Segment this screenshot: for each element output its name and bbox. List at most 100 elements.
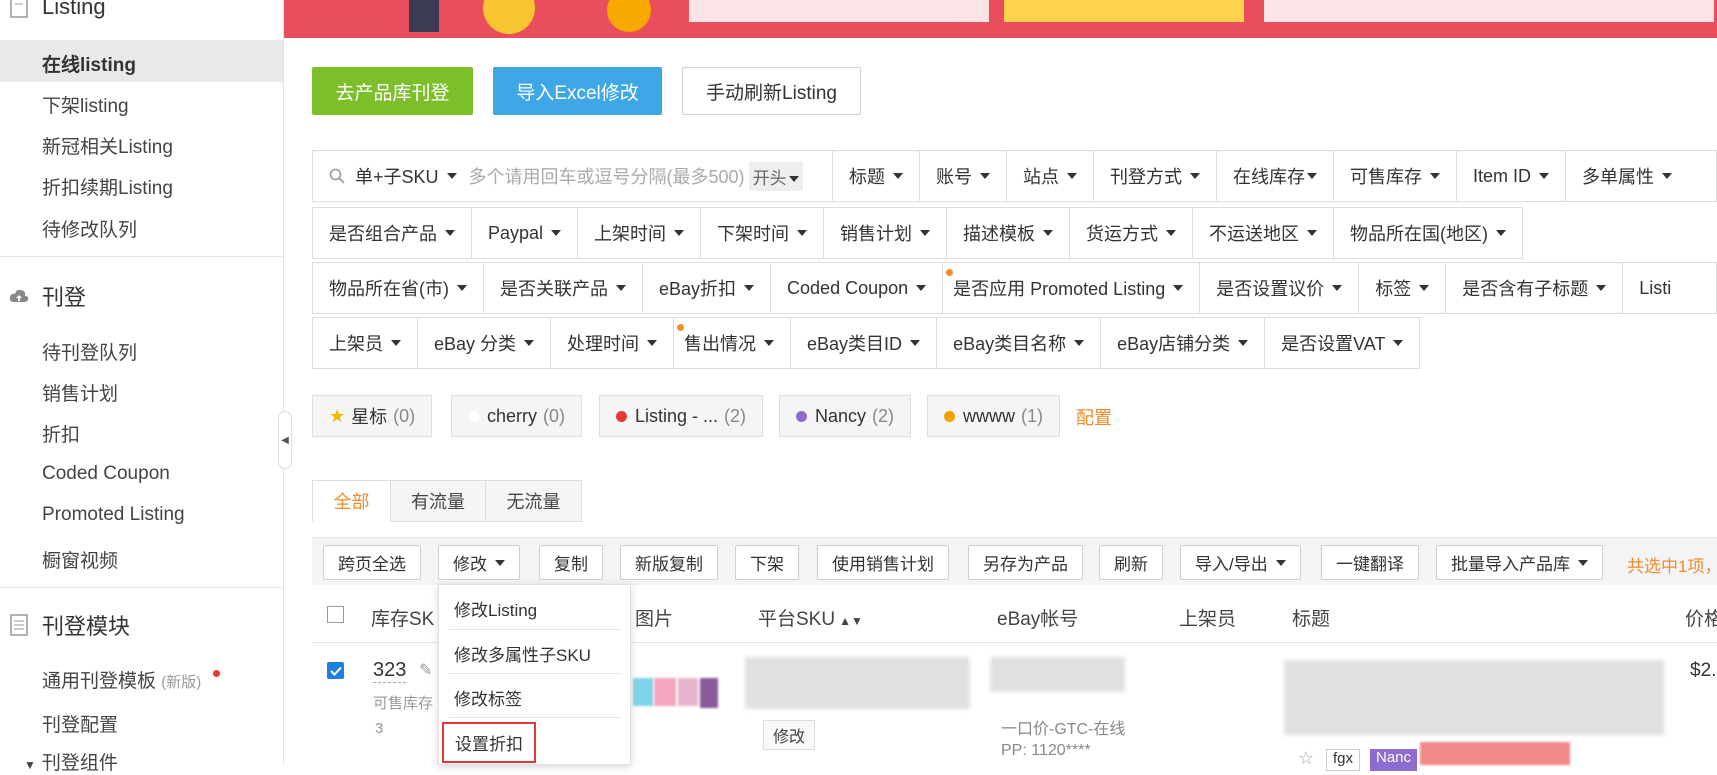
sidebar-item-offline-listing[interactable]: 下架listing <box>42 91 129 118</box>
sidebar-item-publish-components[interactable]: ▼ 刊登组件 <box>24 748 118 775</box>
filter-ebay-discount[interactable]: eBay折扣 <box>643 263 772 313</box>
menu-item-set-discount[interactable]: 设置折扣 <box>442 722 536 763</box>
row-tag[interactable]: fgx <box>1326 749 1361 771</box>
filter-paypal[interactable]: Paypal <box>472 208 579 258</box>
select-all-checkbox[interactable] <box>327 606 344 623</box>
sidebar-item-publish-config[interactable]: 刊登配置 <box>42 710 118 737</box>
sidebar-section-listing[interactable]: Listing <box>8 0 106 20</box>
save-as-product-button[interactable]: 另存为产品 <box>968 545 1083 580</box>
menu-item-edit-listing[interactable]: 修改Listing <box>454 596 537 621</box>
sidebar-item-online-listing[interactable]: 在线listing <box>42 50 136 77</box>
sidebar-section-label: Listing <box>42 0 106 19</box>
filter-listing-more[interactable]: Listi <box>1623 263 1687 313</box>
filter-variation[interactable]: 多单属性 <box>1566 151 1688 201</box>
filter-ebay-store-category[interactable]: eBay店铺分类 <box>1101 318 1266 368</box>
tab-with-traffic[interactable]: 有流量 <box>390 480 486 522</box>
sidebar-section-label: 刊登 <box>42 285 87 310</box>
filter-item-province[interactable]: 物品所在省(市) <box>313 263 484 313</box>
refresh-listing-button[interactable]: 手动刷新Listing <box>682 67 861 115</box>
filter-title[interactable]: 标题 <box>833 151 920 201</box>
new-copy-button[interactable]: 新版复制 <box>620 545 718 580</box>
batch-import-library-button[interactable]: 批量导入产品库 <box>1436 545 1603 580</box>
refresh-button[interactable]: 刷新 <box>1099 545 1163 580</box>
column-header-sku[interactable]: 库存SK <box>371 604 434 631</box>
tag-wwww[interactable]: wwww (1) <box>927 395 1060 437</box>
tag-star[interactable]: ★ 星标 (0) <box>312 395 433 437</box>
filter-shipping[interactable]: 货运方式 <box>1070 208 1194 258</box>
sidebar-item-promoted-listing[interactable]: Promoted Listing <box>42 504 185 526</box>
filter-label: Paypal <box>488 222 544 243</box>
filter-sales-plan[interactable]: 销售计划 <box>824 208 948 258</box>
import-export-button[interactable]: 导入/导出 <box>1180 545 1301 580</box>
product-thumbnail[interactable] <box>628 660 720 742</box>
copy-button[interactable]: 复制 <box>539 545 603 580</box>
import-excel-button[interactable]: 导入Excel修改 <box>493 67 662 115</box>
sku-type-select[interactable]: 单+子SKU <box>355 163 439 189</box>
sku-input-placeholder[interactable]: 多个请用回车或逗号分隔(最多500) <box>469 163 745 189</box>
end-listing-button[interactable]: 下架 <box>735 545 799 580</box>
caret-down-icon <box>916 285 927 291</box>
filter-promoted-listing[interactable]: 是否应用 Promoted Listing <box>943 263 1201 313</box>
goto-library-button[interactable]: 去产品库刊登 <box>312 67 473 115</box>
tags-config-link[interactable]: 配置 <box>1076 404 1112 430</box>
filter-end-time[interactable]: 下架时间 <box>701 208 825 258</box>
sidebar-section-publish[interactable]: 刊登 <box>8 280 86 312</box>
sidebar-item-pending-edit[interactable]: 待修改队列 <box>42 215 137 242</box>
filter-tag[interactable]: 标签 <box>1359 263 1447 313</box>
filter-ebay-category[interactable]: eBay 分类 <box>418 318 552 368</box>
row-sku[interactable]: 323 <box>373 659 407 683</box>
filter-ebay-category-name[interactable]: eBay类目名称 <box>937 318 1102 368</box>
star-outline-icon[interactable]: ☆ <box>1298 748 1314 769</box>
sidebar-item-publish-queue[interactable]: 待刊登队列 <box>42 338 137 365</box>
filter-linked-product[interactable]: 是否关联产品 <box>484 263 643 313</box>
filter-site[interactable]: 站点 <box>1007 151 1094 201</box>
filter-best-offer[interactable]: 是否设置议价 <box>1200 263 1360 313</box>
filter-subtitle[interactable]: 是否含有子标题 <box>1446 263 1624 313</box>
filter-account[interactable]: 账号 <box>920 151 1007 201</box>
sidebar-item-discount-renew[interactable]: 折扣续期Listing <box>42 173 173 200</box>
menu-item-edit-variation-sku[interactable]: 修改多属性子SKU <box>454 641 591 666</box>
sidebar-item-coded-coupon[interactable]: Coded Coupon <box>42 463 170 485</box>
filter-bundle[interactable]: 是否组合产品 <box>313 208 472 258</box>
row-edit-button[interactable]: 修改 <box>763 720 815 750</box>
sidebar-item-discount[interactable]: 折扣 <box>42 420 80 447</box>
sidebar-item-covid-listing[interactable]: 新冠相关Listing <box>42 132 173 159</box>
row-tag[interactable]: Nanc <box>1370 749 1418 771</box>
sidebar-item-window-video[interactable]: 橱窗视频 <box>42 546 118 573</box>
filter-item-country[interactable]: 物品所在国(地区) <box>1334 208 1522 258</box>
sidebar-item-template[interactable]: 通用刊登模板 (新版) <box>42 666 220 693</box>
sidebar-item-sales-plan[interactable]: 销售计划 <box>42 379 118 406</box>
use-sales-plan-button[interactable]: 使用销售计划 <box>817 545 949 580</box>
tab-all[interactable]: 全部 <box>312 480 391 522</box>
filter-handling-time[interactable]: 处理时间 <box>551 318 675 368</box>
filter-sold-status[interactable]: 售出情况 <box>674 318 792 368</box>
filter-item-id[interactable]: Item ID <box>1457 151 1567 201</box>
filter-vat[interactable]: 是否设置VAT <box>1265 318 1419 368</box>
tag-cherry[interactable]: cherry (0) <box>451 395 583 437</box>
sidebar-section-modules[interactable]: 刊登模块 <box>8 609 130 641</box>
match-mode-select[interactable]: 开头 <box>748 161 803 191</box>
filter-lister[interactable]: 上架员 <box>313 318 418 368</box>
filter-description-template[interactable]: 描述模板 <box>947 208 1071 258</box>
sku-search-filter[interactable]: 单+子SKU 多个请用回车或逗号分隔(最多500) 开头 <box>313 151 833 201</box>
sidebar-collapse-handle[interactable]: ◀ <box>278 411 292 469</box>
pencil-icon[interactable]: ✎ <box>419 660 432 680</box>
tag-listing[interactable]: Listing - ... (2) <box>599 395 764 437</box>
filter-ebay-category-id[interactable]: eBay类目ID <box>791 318 938 368</box>
menu-item-edit-tags[interactable]: 修改标签 <box>454 685 522 710</box>
filter-coded-coupon[interactable]: Coded Coupon <box>771 263 944 313</box>
tag-nancy[interactable]: Nancy (2) <box>779 395 912 437</box>
filter-online-stock[interactable]: 在线库存 <box>1217 151 1334 201</box>
filter-label: eBay 分类 <box>434 334 517 354</box>
filter-available-stock[interactable]: 可售库存 <box>1334 151 1457 201</box>
column-header-platform-sku[interactable]: 平台SKU ▲▼ <box>758 604 863 631</box>
translate-button[interactable]: 一键翻译 <box>1321 545 1419 580</box>
edit-dropdown-button[interactable]: 修改 <box>438 545 520 580</box>
row-checkbox[interactable] <box>327 662 344 679</box>
select-all-pages-button[interactable]: 跨页全选 <box>323 545 421 580</box>
filter-listing-type[interactable]: 刊登方式 <box>1094 151 1217 201</box>
filter-excluded-regions[interactable]: 不运送地区 <box>1193 208 1335 258</box>
filter-list-time[interactable]: 上架时间 <box>578 208 702 258</box>
promo-banner[interactable] <box>284 0 1717 38</box>
tab-no-traffic[interactable]: 无流量 <box>485 480 582 522</box>
